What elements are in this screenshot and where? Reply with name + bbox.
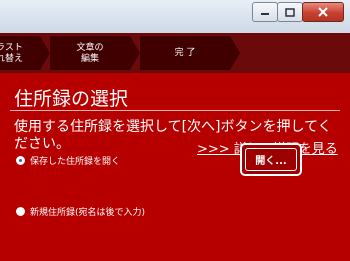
close-button[interactable] xyxy=(302,2,344,22)
window-controls xyxy=(252,2,344,22)
step-complete: 完 了 xyxy=(140,36,230,70)
step-label-line1: 文章の xyxy=(76,43,104,53)
step-arrow xyxy=(230,36,240,70)
close-icon xyxy=(318,7,328,17)
divider xyxy=(10,110,340,111)
open-button[interactable]: 開く... xyxy=(240,143,302,176)
maximize-icon xyxy=(285,7,295,17)
radio-label: 保存した住所録を開く xyxy=(30,157,121,167)
maximize-button[interactable] xyxy=(277,2,303,22)
minimize-button[interactable] xyxy=(252,2,278,22)
step-label-line1: ラスト xyxy=(0,43,23,53)
step-indicator: ラスト れ替え 文章の 編集 完 了 xyxy=(0,33,350,73)
step-arrow xyxy=(40,36,50,70)
radio-label: 新規住所録(宛名は後で入力) xyxy=(30,208,146,218)
radio-unselected-icon[interactable] xyxy=(16,207,25,216)
page-title: 住所録の選択 xyxy=(14,88,129,110)
step-label-line2: れ替え xyxy=(0,54,24,64)
open-button-label: 開く... xyxy=(245,148,297,171)
step-label-line2: 編集 xyxy=(80,54,99,64)
step-label-line1: 完 了 xyxy=(174,48,196,58)
radio-open-saved-address-book[interactable]: 保存した住所録を開く xyxy=(16,154,120,167)
radio-selected-icon[interactable] xyxy=(16,156,25,165)
window-title-bar xyxy=(0,0,350,34)
radio-new-address-book[interactable]: 新規住所録(宛名は後で入力) xyxy=(16,205,145,218)
minimize-icon xyxy=(261,13,269,15)
step-illustration-swap: ラスト れ替え xyxy=(0,36,40,70)
step-edit-text: 文章の 編集 xyxy=(50,36,130,70)
step-arrow xyxy=(130,36,140,70)
